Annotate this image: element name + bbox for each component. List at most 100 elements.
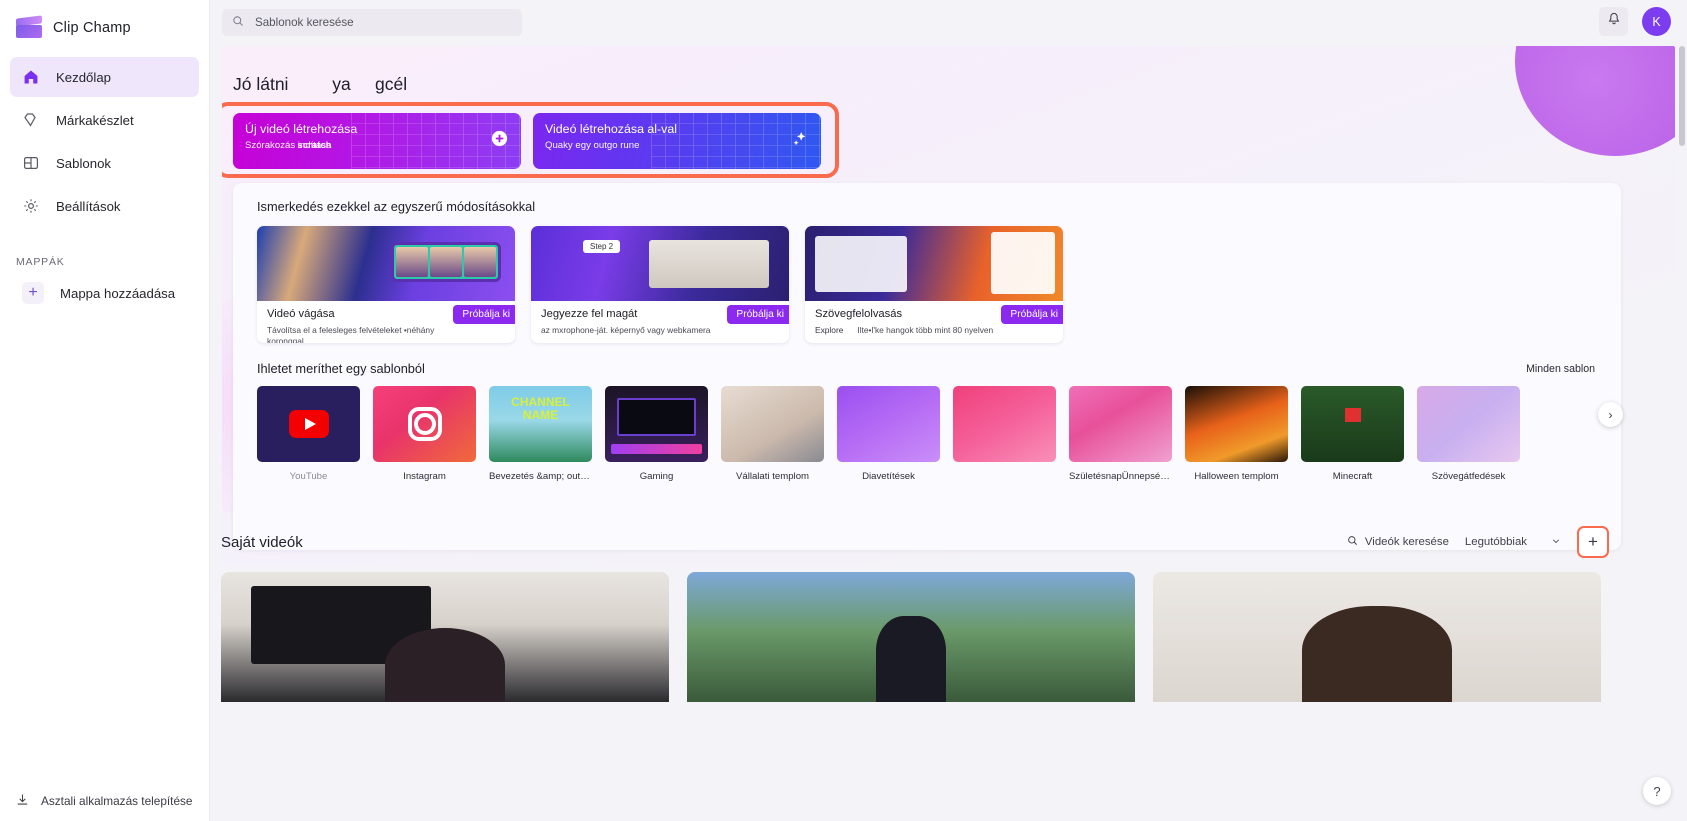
- greeting-text: Jó látni ya gcél: [233, 74, 407, 95]
- try-it-button-record[interactable]: Próbálja ki: [727, 305, 789, 324]
- template-label-slideshows: Diavetítések: [837, 471, 940, 482]
- template-item-birthday[interactable]: SzületésnapÜnnepségek: [1069, 386, 1172, 482]
- app-brand[interactable]: Clip Champ: [0, 0, 209, 39]
- video-thumb-figure-2: [876, 616, 946, 702]
- templates-header: Ihletet meríthet egy sablonból Minden sa…: [233, 343, 1621, 376]
- step-badge: Step 2: [583, 240, 620, 253]
- feature-subtitle-tts-pre: Explore: [815, 325, 843, 335]
- feature-thumbnail-record: Step 2: [531, 226, 789, 301]
- template-thumb-instagram: [373, 386, 476, 462]
- template-label-corporate: Vállalati templom: [721, 471, 824, 482]
- create-video-with-ai-title: Videó létrehozása al-val: [545, 122, 809, 136]
- template-item-gaming[interactable]: Gaming: [605, 386, 708, 482]
- video-card-1[interactable]: [221, 572, 669, 702]
- template-item-youtube[interactable]: YouTube: [257, 386, 360, 482]
- sidebar-item-label-settings: Beállítások: [56, 199, 121, 214]
- template-label-intro-outro: Bevezetés &amp; outro tem...: [489, 471, 592, 482]
- template-label-halloween: Halloween templom: [1185, 471, 1288, 482]
- filmstrip-icon: [391, 242, 501, 282]
- template-thumb-text-overlays: [1417, 386, 1520, 462]
- my-videos-controls: Videók keresése Legutóbbiak +: [1347, 526, 1609, 558]
- channel-name-art-text: CHANNELNAME: [489, 396, 592, 421]
- sidebar-item-settings[interactable]: Beállítások: [10, 186, 199, 226]
- app-name: Clip Champ: [53, 20, 131, 36]
- videos-sort-dropdown[interactable]: Legutóbbiak: [1465, 536, 1561, 549]
- notifications-button[interactable]: [1599, 7, 1628, 36]
- features-heading: Ismerkedés ezekkel az egyszerű módosítás…: [233, 183, 1621, 214]
- feature-cards: Videó vágása Távolítsa el a felesleges f…: [233, 214, 1621, 343]
- templates-grid-icon: [22, 154, 40, 172]
- my-videos-title: Saját videók: [221, 534, 303, 551]
- sidebar-item-label-templates: Sablonok: [56, 156, 111, 171]
- search-icon: [1347, 535, 1358, 549]
- sidebar-item-templates[interactable]: Sablonok: [10, 143, 199, 183]
- template-item-minecraft[interactable]: Minecraft: [1301, 386, 1404, 482]
- laptop-illustration-icon: [649, 240, 769, 288]
- chevron-down-icon: [1551, 536, 1561, 549]
- create-video-with-ai-subtitle: Quaky egy outgo rune: [545, 140, 809, 151]
- template-label-birthday: SzületésnapÜnnepségek: [1069, 471, 1172, 482]
- template-item-halloween[interactable]: Halloween templom: [1185, 386, 1288, 482]
- search-icon: [232, 15, 244, 30]
- videos-sort-label: Legutóbbiak: [1465, 536, 1527, 548]
- video-thumb-figure-3: [1302, 606, 1452, 702]
- template-thumb-slideshows: [837, 386, 940, 462]
- help-button[interactable]: ?: [1643, 777, 1671, 805]
- content-panel: Ismerkedés ezekkel az egyszerű módosítás…: [233, 183, 1621, 550]
- template-label-youtube: YouTube: [257, 471, 360, 482]
- sparkle-icon: [791, 130, 808, 150]
- feature-thumbnail-tts: [805, 226, 1063, 301]
- templates-heading: Ihletet meríthet egy sablonból: [257, 361, 425, 376]
- all-templates-link[interactable]: Minden sablon: [1526, 363, 1595, 375]
- feature-card-text-to-speech[interactable]: Szövegfelolvasás Explore Ilte•l'ke hango…: [805, 226, 1063, 343]
- sidebar-item-brandkit[interactable]: Márkakészlet: [10, 100, 199, 140]
- create-new-video-card[interactable]: Új videó létrehozása Szórakozás indítása…: [233, 113, 521, 169]
- create-video-with-ai-card[interactable]: Videó létrehozása al-val Quaky egy outgo…: [533, 113, 821, 169]
- sidebar-nav: Kezdőlap Márkakészlet Sablonok Beállítás…: [0, 57, 209, 226]
- add-folder-button[interactable]: + Mappa hozzáadása: [10, 274, 199, 312]
- feature-body-trim: Videó vágása Távolítsa el a felesleges f…: [257, 301, 515, 343]
- add-video-button[interactable]: +: [1577, 526, 1609, 558]
- sidebar-item-home[interactable]: Kezdőlap: [10, 57, 199, 97]
- avatar[interactable]: K: [1642, 7, 1671, 36]
- template-thumb-intro-outro: CHANNELNAME: [489, 386, 592, 462]
- chevron-right-icon[interactable]: ›: [1598, 402, 1623, 427]
- video-thumb-figure-1: [385, 628, 505, 702]
- folders-section-label: MAPPÁK: [16, 256, 209, 268]
- home-icon: [22, 68, 40, 86]
- template-item-balloons[interactable]: [953, 386, 1056, 482]
- add-folder-label: Mappa hozzáadása: [60, 286, 175, 301]
- templates-row: YouTube Instagram CHANNELNAME Bevezetés …: [233, 376, 1621, 482]
- sidebar-item-label-home: Kezdőlap: [56, 70, 111, 85]
- search-input[interactable]: [253, 15, 503, 30]
- template-item-corporate[interactable]: Vállalati templom: [721, 386, 824, 482]
- try-it-button-trim[interactable]: Próbálja ki: [453, 305, 515, 324]
- template-item-instagram[interactable]: Instagram: [373, 386, 476, 482]
- brand-kit-icon: [22, 111, 40, 129]
- plus-icon: +: [22, 282, 44, 304]
- feature-body-record: Jegyezze fel magát az mxrophone-ját. kép…: [531, 301, 789, 336]
- hero-zone: Jó látni ya gcél Új videó létrehozása Sz…: [222, 46, 1675, 566]
- feature-card-record-yourself[interactable]: Step 2 Jegyezze fel magát az mxrophone-j…: [531, 226, 789, 343]
- template-item-intro-outro[interactable]: CHANNELNAME Bevezetés &amp; outro tem...: [489, 386, 592, 482]
- feature-thumbnail-trim: [257, 226, 515, 301]
- instagram-camera-icon: [408, 407, 442, 441]
- video-card-3[interactable]: [1153, 572, 1601, 702]
- install-desktop-app-button[interactable]: Asztali alkalmazás telepítése: [0, 793, 210, 809]
- decorative-blob-icon: [1515, 46, 1675, 156]
- scrollbar-thumb[interactable]: [1679, 46, 1685, 146]
- template-search-box[interactable]: [222, 9, 522, 36]
- vertical-scrollbar[interactable]: [1679, 46, 1685, 806]
- feature-subtitle-tts-text: Ilte•l'ke hangok több mint 80 nyelven: [857, 325, 993, 335]
- videos-search-button[interactable]: Videók keresése: [1347, 535, 1449, 549]
- sidebar-item-label-brandkit: Márkakészlet: [56, 113, 134, 128]
- feature-card-trim-video[interactable]: Videó vágása Távolítsa el a felesleges f…: [257, 226, 515, 343]
- sidebar: Clip Champ Kezdőlap Márkakészlet Sablono…: [0, 0, 210, 821]
- template-thumb-youtube: [257, 386, 360, 462]
- template-label-minecraft: Minecraft: [1301, 471, 1404, 482]
- template-item-text-overlays[interactable]: Szövegátfedések: [1417, 386, 1520, 482]
- video-card-2[interactable]: [687, 572, 1135, 702]
- try-it-button-tts[interactable]: Próbálja ki: [1001, 305, 1063, 324]
- hero-cards: Új videó létrehozása Szórakozás indítása…: [233, 113, 821, 169]
- template-item-slideshows[interactable]: Diavetítések: [837, 386, 940, 482]
